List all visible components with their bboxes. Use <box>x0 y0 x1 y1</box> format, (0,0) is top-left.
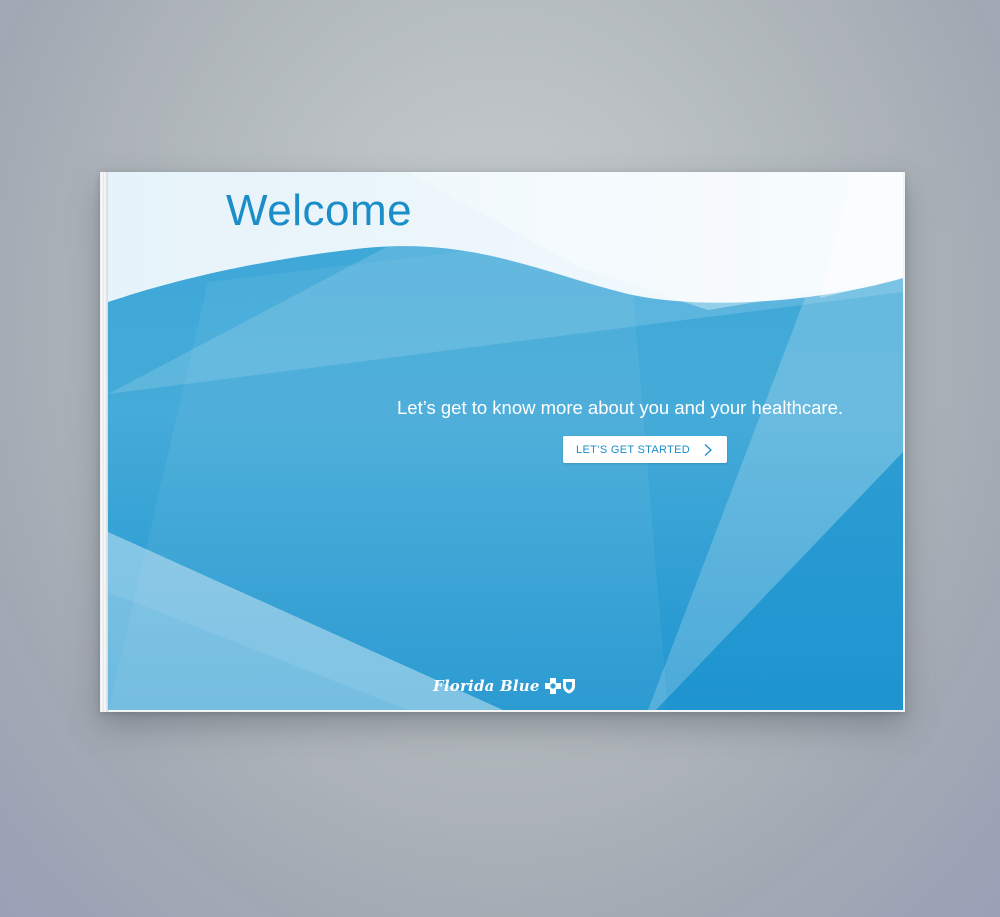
get-started-label: LET’S GET STARTED <box>576 443 690 456</box>
blue-shield-icon <box>562 679 575 694</box>
florida-blue-logo: Florida Blue <box>433 674 576 698</box>
blue-cross-icon <box>544 678 561 694</box>
page-edges <box>100 172 108 712</box>
welcome-card: Welcome Let’s get to know more about you… <box>108 172 903 710</box>
welcome-tagline: Let’s get to know more about you and you… <box>397 397 843 418</box>
chevron-right-icon <box>704 443 712 456</box>
brand-wordmark: Florida Blue <box>433 677 540 695</box>
get-started-button[interactable]: LET’S GET STARTED <box>563 436 727 463</box>
brand-marks <box>544 678 576 694</box>
wave-background <box>108 172 903 710</box>
page-title: Welcome <box>226 186 413 235</box>
